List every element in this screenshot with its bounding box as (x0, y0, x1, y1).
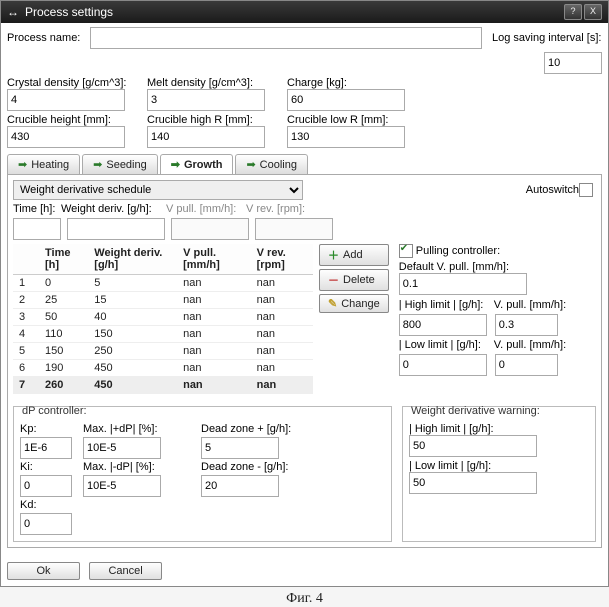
vpull-low-input[interactable] (495, 354, 558, 376)
autoswitch-label: Autoswitch (526, 184, 579, 196)
table-row[interactable]: 5150250nannan (13, 343, 313, 360)
ok-button[interactable]: Ok (7, 562, 80, 580)
max-pdp-input[interactable] (83, 437, 161, 459)
pulling-controller-label: Pulling controller: (416, 245, 500, 257)
cancel-button[interactable]: Cancel (89, 562, 162, 580)
crucible-height-input[interactable] (7, 126, 125, 148)
tab-seeding[interactable]: ➡Seeding (82, 154, 158, 174)
arrow-icon: ➡ (18, 158, 27, 171)
default-vpull-input[interactable] (399, 273, 527, 295)
minus-icon: － (328, 272, 339, 288)
inline-vpull-label: V pull. [mm/h]: (166, 203, 246, 215)
crucible-high-r-label: Crucible high R [mm]: (147, 114, 287, 126)
table-header: Time [h] Weight deriv. [g/h] V pull. [mm… (13, 244, 313, 275)
warn-low-input[interactable] (409, 472, 537, 494)
plus-icon: ＋ (328, 247, 339, 263)
warn-high-input[interactable] (409, 435, 537, 457)
high-limit-input[interactable] (399, 314, 487, 336)
max-mdp-input[interactable] (83, 475, 161, 497)
delete-button[interactable]: －Delete (319, 269, 389, 291)
low-limit-input[interactable] (399, 354, 487, 376)
close-icon[interactable]: X (584, 4, 602, 20)
kp-input[interactable] (20, 437, 72, 459)
crucible-height-label: Crucible height [mm]: (7, 114, 147, 126)
ki-input[interactable] (20, 475, 72, 497)
inline-vrev-input (255, 218, 333, 240)
dp-controller-group: dP controller: Kp: Max. |+dP| [%]: Dead … (13, 406, 392, 542)
change-button[interactable]: ✎Change (319, 294, 389, 313)
schedule-table[interactable]: Time [h] Weight deriv. [g/h] V pull. [mm… (13, 244, 313, 394)
schedule-select[interactable]: Weight derivative schedule (13, 180, 303, 200)
kd-input[interactable] (20, 513, 72, 535)
pencil-icon: ✎ (328, 297, 337, 310)
default-vpull-label: Default V. pull. [mm/h]: (399, 261, 596, 273)
process-name-label: Process name: (7, 32, 80, 44)
inline-time-input[interactable] (13, 218, 61, 240)
vpull-high-input[interactable] (495, 314, 558, 336)
table-row[interactable]: 35040nannan (13, 309, 313, 326)
dz-minus-input[interactable] (201, 475, 279, 497)
crystal-density-input[interactable] (7, 89, 125, 111)
inline-wd-label: Weight deriv. [g/h]: (61, 203, 166, 215)
tab-cooling[interactable]: ➡Cooling (235, 154, 308, 174)
melt-density-label: Melt density [g/cm^3]: (147, 77, 287, 89)
charge-input[interactable] (287, 89, 405, 111)
help-icon[interactable]: ? (564, 4, 582, 20)
pulling-controller-checkbox[interactable] (399, 244, 413, 258)
crystal-density-label: Crystal density [g/cm^3]: (7, 77, 147, 89)
table-row[interactable]: 22515nannan (13, 292, 313, 309)
table-row[interactable]: 105nannan (13, 275, 313, 292)
arrow-icon: ➡ (246, 158, 255, 171)
window-title: Process settings (25, 5, 113, 19)
tabs: ➡Heating ➡Seeding ➡Growth ➡Cooling (7, 154, 602, 175)
move-icon: ↔ (7, 5, 19, 19)
log-interval-input[interactable] (544, 52, 602, 74)
table-row[interactable]: 7260450nannan (13, 377, 313, 394)
crucible-high-r-input[interactable] (147, 126, 265, 148)
add-button[interactable]: ＋Add (319, 244, 389, 266)
titlebar: ↔ Process settings ? X (1, 1, 608, 23)
melt-density-input[interactable] (147, 89, 265, 111)
arrow-icon: ➡ (171, 158, 180, 171)
wd-warning-group: Weight derivative warning: | High limit … (402, 406, 596, 542)
figure-caption: Фиг. 4 (0, 591, 609, 607)
inline-vpull-input (171, 218, 249, 240)
inline-vrev-label: V rev. [rpm]: (246, 203, 305, 215)
dz-plus-input[interactable] (201, 437, 279, 459)
crucible-low-r-input[interactable] (287, 126, 405, 148)
arrow-icon: ➡ (93, 158, 102, 171)
tab-heating[interactable]: ➡Heating (7, 154, 80, 174)
table-row[interactable]: 4110150nannan (13, 326, 313, 343)
process-name-input[interactable] (90, 27, 482, 49)
crucible-low-r-label: Crucible low R [mm]: (287, 114, 427, 126)
log-interval-label: Log saving interval [s]: (492, 32, 602, 44)
table-row[interactable]: 6190450nannan (13, 360, 313, 377)
inline-time-label: Time [h]: (13, 203, 61, 215)
inline-wd-input[interactable] (67, 218, 165, 240)
autoswitch-checkbox[interactable] (579, 183, 593, 197)
tab-growth[interactable]: ➡Growth (160, 154, 234, 174)
charge-label: Charge [kg]: (287, 77, 427, 89)
